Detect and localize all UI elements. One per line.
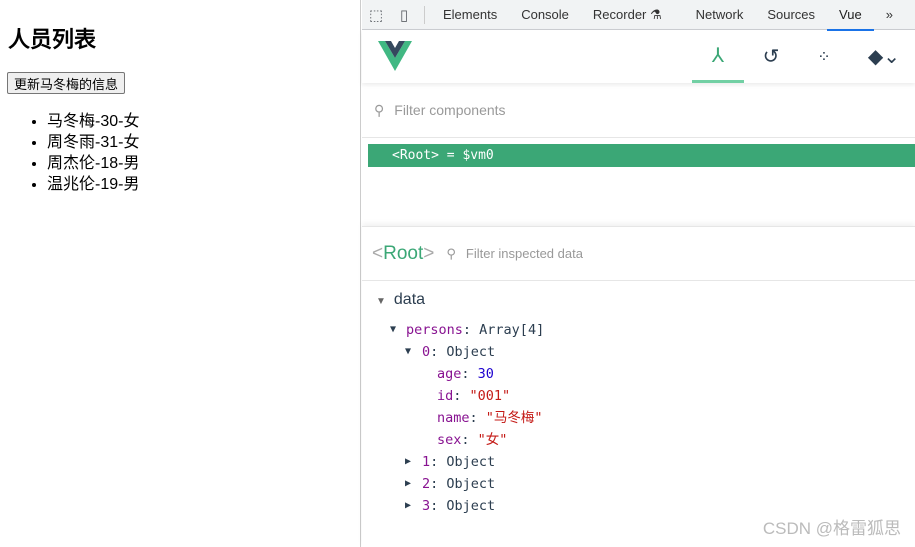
list-item: 周杰伦-18-男 [47,153,139,174]
app-page: 人员列表 更新马冬梅的信息 马冬梅-30-女 周冬雨-31-女 周杰伦-18-男… [0,0,361,547]
list-item: 温兆伦-19-男 [47,174,139,195]
inspector-panel: <Root> ⚲ Filter inspected data ▼ data ▼ per… [362,226,915,547]
devtools-tabbar: ⬚ ▯ Elements Console Recorder ⚗ Network … [362,0,915,31]
devtools: ⬚ ▯ Elements Console Recorder ⚗ Network … [362,0,915,547]
expand-arrow-icon: ▶ [405,456,412,467]
field-row: id: "001" [437,388,511,404]
root-label: <Root> [392,148,439,163]
root-component-row[interactable]: <Root> = $vm0 [368,144,915,167]
search-icon: ⚲ [446,245,456,261]
data-tree: ▼ persons: Array[4] ▼ 0: Object age: 30 id… [362,319,544,517]
device-toolbar-icon[interactable]: ▯ [390,6,418,24]
divider [424,5,425,24]
page-title: 人员列表 [8,27,97,52]
persons-row[interactable]: ▼ persons: Array[4] [362,319,544,341]
list-item: 马冬梅-30-女 [47,111,139,132]
person-list: 马冬梅-30-女 周冬雨-31-女 周杰伦-18-男 温兆伦-19-男 [47,111,139,195]
tab-console[interactable]: Console [509,0,581,30]
vue-logo-icon [378,41,412,71]
tab-vue[interactable]: Vue [827,0,874,31]
update-button[interactable]: 更新马冬梅的信息 [7,72,126,94]
object-row[interactable]: ▶ 3: Object [362,495,544,517]
tab-network[interactable]: Network [684,0,756,30]
flask-icon: ⚗ [650,6,662,22]
vue-header: ⅄ ↺ ⁘ ◆⌄ [362,30,915,83]
tab-recorder-label: Recorder [592,6,647,22]
plugins-dots-icon[interactable]: ⁘ [798,30,850,83]
filter-inspected-input[interactable]: Filter inspected data [466,246,583,261]
tab-recorder[interactable]: Recorder ⚗ [581,0,674,30]
field-row: name: "马冬梅" [437,410,543,426]
field-row: sex: "女" [437,432,508,448]
expand-arrow-icon: ▶ [405,500,412,511]
expand-arrow-icon: ▶ [405,478,412,489]
list-item: 周冬雨-31-女 [47,132,139,153]
tab-sources[interactable]: Sources [755,0,827,30]
filter-components[interactable]: ⚲ Filter components [362,83,915,138]
root-var: = $vm0 [446,148,494,163]
inspector-header: <Root> ⚲ Filter inspected data [362,227,915,281]
more-tabs-icon[interactable]: » [874,0,905,30]
collapse-arrow-icon: ▼ [390,324,397,335]
collapse-arrow-icon: ▼ [405,346,412,357]
field-row: age: 30 [437,366,494,382]
data-section[interactable]: ▼ data [376,291,425,309]
filter-components-input[interactable]: Filter components [394,102,505,118]
watermark: CSDN @格雷狐思 [762,519,901,538]
inspector-title: <Root> [372,242,435,264]
tab-elements[interactable]: Elements [431,0,509,30]
object-row[interactable]: ▶ 1: Object [362,451,544,473]
search-icon: ⚲ [374,101,385,118]
collapse-arrow-icon: ▼ [376,296,386,307]
object-row[interactable]: ▶ 2: Object [362,473,544,495]
components-tab-icon[interactable]: ⅄ [692,30,744,83]
settings-route-icon[interactable]: ◆⌄ [854,30,914,83]
filter-inspected[interactable]: ⚲ Filter inspected data [446,246,583,262]
object-row[interactable]: ▼ 0: Object [362,341,544,363]
inspect-element-icon[interactable]: ⬚ [362,6,390,24]
timeline-history-icon[interactable]: ↺ [745,30,797,83]
